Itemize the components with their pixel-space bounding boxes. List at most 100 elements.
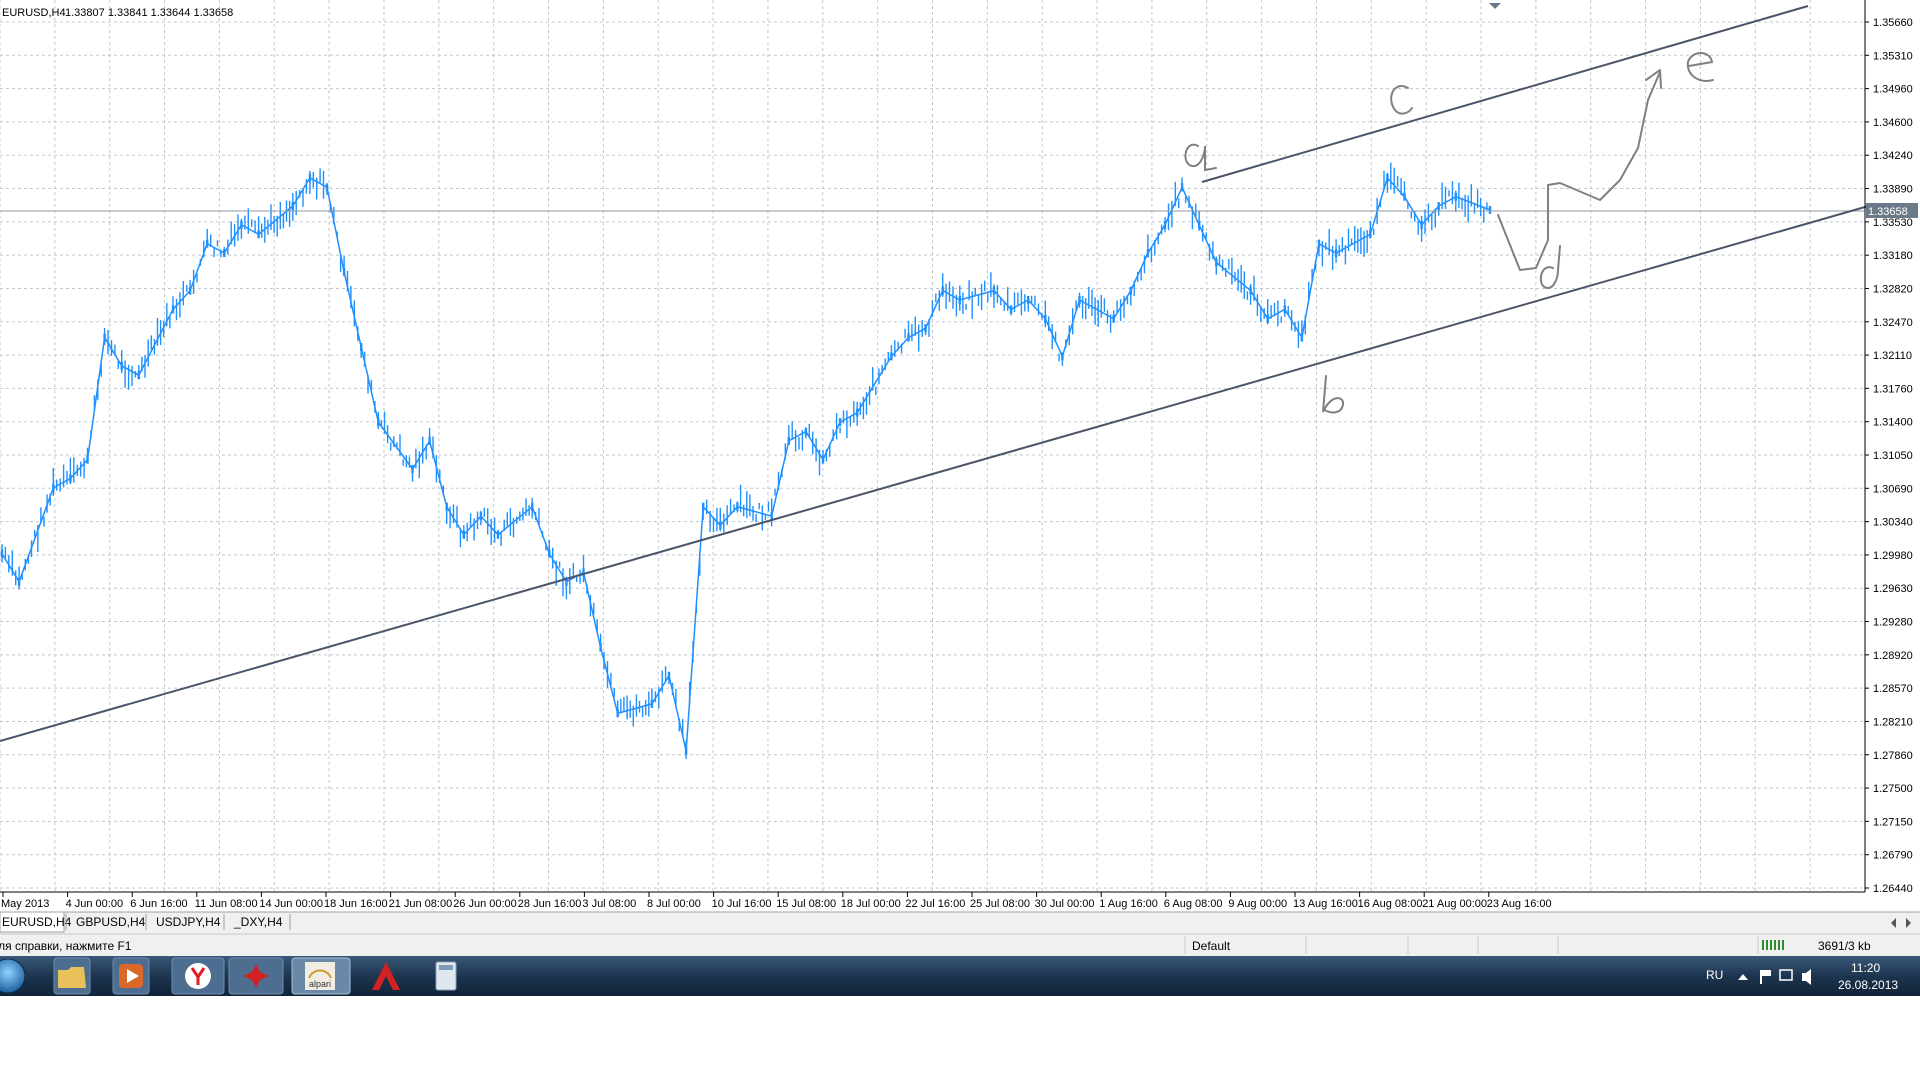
candle-body [599, 643, 602, 652]
candle-body [1061, 352, 1064, 361]
status-help-text: Для справки, нажмите F1 [0, 939, 132, 953]
time-tick-label: 3 Jul 08:00 [582, 898, 636, 910]
candle-body [411, 465, 414, 474]
candle-body [137, 371, 140, 380]
time-tick-label: 6 Aug 08:00 [1164, 898, 1223, 910]
language-indicator[interactable]: RU [1706, 968, 1723, 982]
candle-body [1027, 296, 1030, 304]
candle-body [702, 502, 705, 511]
explorer-icon[interactable] [58, 967, 86, 988]
price-tick-label: 1.34600 [1873, 117, 1913, 129]
status-profile[interactable]: Default [1192, 939, 1231, 953]
tab-gbpusd[interactable]: GBPUSD,H4 [76, 915, 146, 929]
candle-body [1044, 314, 1047, 323]
candle-body [257, 230, 260, 239]
price-tick-label: 1.33530 [1873, 217, 1913, 229]
price-tick-label: 1.30340 [1873, 517, 1913, 529]
candle-body [907, 333, 910, 342]
chart-ohlc: 1.33807 1.33841 1.33644 1.33658 [65, 7, 233, 19]
candle-body [667, 671, 671, 680]
candle-body [479, 512, 483, 521]
candle-body [838, 418, 842, 427]
price-tick-label: 1.33180 [1873, 250, 1913, 262]
tab-usdjpy[interactable]: USDJPY,H4 [156, 915, 221, 929]
time-tick-label: 16 Aug 08:00 [1358, 898, 1423, 910]
candle-body [1369, 230, 1372, 239]
time-tick-label: 26 Jun 00:00 [453, 898, 517, 910]
candle-body [1437, 202, 1440, 211]
current-price-label: 1.33658 [1868, 206, 1908, 218]
candle-body [1146, 249, 1150, 258]
candle-body [120, 361, 123, 370]
time-tick-label: 30 Jul 00:00 [1035, 898, 1095, 910]
candle-body [1403, 192, 1406, 201]
time-tick-label: 10 Jul 16:00 [712, 898, 772, 910]
calculator-display [439, 965, 453, 970]
candle-body [684, 746, 688, 755]
candle-body [1215, 258, 1218, 267]
candle-body [1420, 220, 1423, 229]
price-tick-label: 1.33890 [1873, 184, 1913, 196]
price-tick-label: 1.34960 [1873, 84, 1913, 96]
time-tick-label: 22 Jul 16:00 [905, 898, 965, 910]
candle-body [1198, 220, 1201, 229]
candle-body [890, 352, 893, 361]
price-tick-label: 1.27860 [1873, 750, 1913, 762]
clock-date[interactable]: 26.08.2013 [1838, 978, 1898, 992]
time-tick-label: May 2013 [1, 898, 49, 910]
time-tick-label: 21 Jun 08:00 [389, 898, 453, 910]
candle-body [1249, 286, 1252, 295]
candle-body [856, 408, 859, 417]
price-tick-label: 1.31400 [1873, 417, 1913, 429]
tab-bar [0, 912, 1920, 934]
time-tick-label: 8 Jul 00:00 [647, 898, 701, 910]
status-bar [0, 934, 1920, 956]
candle-body [804, 427, 808, 436]
price-tick-label: 1.28210 [1873, 716, 1913, 728]
price-tick-label: 1.35310 [1873, 50, 1913, 62]
candle-body [17, 577, 21, 586]
time-tick-label: 1 Aug 16:00 [1099, 898, 1158, 910]
price-axis[interactable]: 1.35660 1.35310 1.34960 1.34600 1.34240 1.338… [1865, 17, 1913, 895]
chart-symbol: EURUSD,H4 [2, 7, 66, 19]
candle-body [1009, 305, 1013, 314]
tab-eurusd[interactable]: EURUSD,H4 [2, 915, 72, 929]
candle-body [171, 305, 175, 314]
candle-body [1317, 239, 1321, 248]
candle-body [616, 709, 619, 718]
candle-body [992, 286, 996, 295]
candle-body [548, 549, 551, 558]
candle-body [650, 699, 654, 708]
candle-body [206, 239, 209, 248]
traffic-counter: 3691/3 kb [1818, 939, 1871, 953]
price-tick-label: 1.28570 [1873, 683, 1913, 695]
price-tick-label: 1.27150 [1873, 816, 1913, 828]
time-tick-label: 15 Jul 08:00 [776, 898, 836, 910]
time-tick-label: 14 Jun 00:00 [259, 898, 323, 910]
time-axis[interactable]: May 2013 4 Jun 00:00 6 Jun 16:00 11 Jun 08:… [1, 892, 1552, 910]
price-tick-label: 1.29630 [1873, 583, 1913, 595]
time-tick-label: 11 Jun 08:00 [195, 898, 258, 910]
price-tick-label: 1.26440 [1873, 883, 1913, 895]
time-tick-label: 4 Jun 00:00 [66, 898, 124, 910]
tab-dxy[interactable]: _DXY,H4 [233, 915, 283, 929]
candle-body [1334, 249, 1338, 258]
candle-body [291, 202, 294, 211]
candle-body [531, 502, 534, 511]
candle-body [1386, 173, 1389, 182]
candle-body [924, 324, 927, 333]
price-tick-label: 1.27500 [1873, 783, 1913, 795]
price-tick-label: 1.34240 [1873, 150, 1913, 162]
price-tick-label: 1.32110 [1873, 350, 1912, 362]
candle-body [736, 502, 739, 511]
candle-body [360, 343, 363, 351]
price-tick-label: 1.32470 [1873, 317, 1913, 329]
candle-body [1112, 314, 1115, 323]
candle-body [787, 436, 790, 445]
candle-body [719, 521, 722, 530]
clock-time[interactable]: 11:20 [1851, 961, 1880, 975]
time-tick-label: 18 Jun 16:00 [324, 898, 388, 910]
time-tick-label: 9 Aug 00:00 [1228, 898, 1287, 910]
time-tick-label: 28 Jun 16:00 [518, 898, 582, 910]
candle-body [1300, 333, 1304, 342]
